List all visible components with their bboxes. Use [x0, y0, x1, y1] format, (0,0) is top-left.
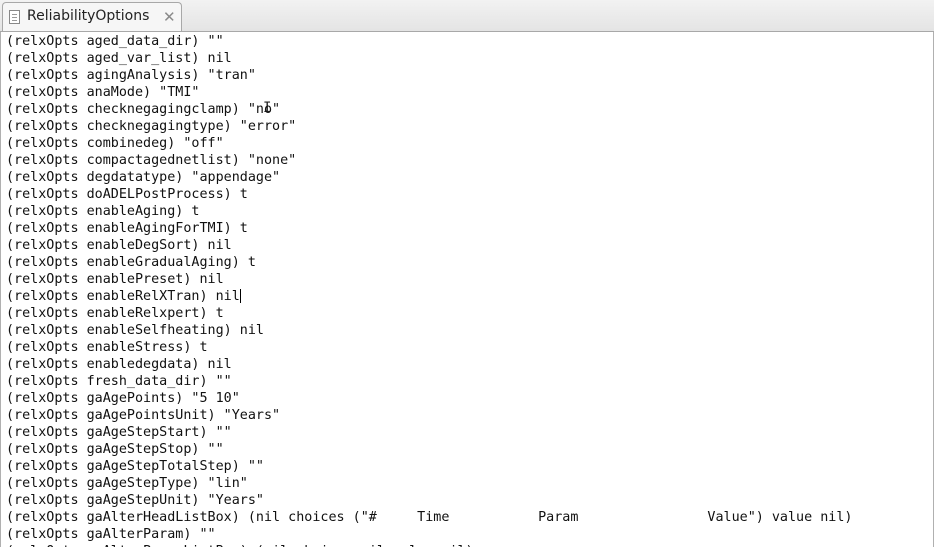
- editor-line[interactable]: (relxOpts enableDegSort) nil: [6, 237, 232, 254]
- editor-line[interactable]: (relxOpts enableGradualAging) t: [6, 254, 256, 271]
- editor-line[interactable]: (relxOpts gaAgeStepStart) "": [6, 424, 232, 441]
- editor-line[interactable]: (relxOpts checknegagingtype) "error": [6, 118, 296, 135]
- editor-line[interactable]: (relxOpts enabledegdata) nil: [6, 356, 232, 373]
- editor-line[interactable]: (relxOpts enableStress) t: [6, 339, 208, 356]
- text-editor[interactable]: I (relxOpts aged_data_dir) "" (relxOpts a…: [0, 32, 934, 547]
- editor-line[interactable]: (relxOpts anaMode) "TMI": [6, 84, 199, 101]
- editor-line[interactable]: (relxOpts enableRelxpert) t: [6, 305, 224, 322]
- editor-line[interactable]: (relxOpts gaAgeStepType) "lin": [6, 475, 248, 492]
- editor-line[interactable]: (relxOpts gaAgePointsUnit) "Years": [6, 407, 280, 424]
- editor-line[interactable]: (relxOpts combinedeg) "off": [6, 135, 224, 152]
- editor-line[interactable]: (relxOpts enableRelXTran) nil: [6, 288, 241, 305]
- editor-line[interactable]: (relxOpts gaAgePoints) "5 10": [6, 390, 240, 407]
- editor-line[interactable]: (relxOpts gaAgeStepStop) "": [6, 441, 224, 458]
- editor-line[interactable]: (relxOpts enableSelfheating) nil: [6, 322, 264, 339]
- editor-line[interactable]: (relxOpts checknegagingclamp) "no": [6, 101, 280, 118]
- editor-line[interactable]: (relxOpts aged_data_dir) "": [6, 33, 224, 50]
- editor-line[interactable]: (relxOpts doADELPostProcess) t: [6, 186, 248, 203]
- tab-reliability-options[interactable]: ReliabilityOptions ✕: [2, 2, 182, 31]
- editor-line[interactable]: (relxOpts gaAlterHeadListBox) (nil choic…: [6, 509, 853, 526]
- editor-line[interactable]: (relxOpts degdatatype) "appendage": [6, 169, 280, 186]
- editor-line[interactable]: (relxOpts fresh_data_dir) "": [6, 373, 232, 390]
- close-icon[interactable]: ✕: [163, 8, 176, 26]
- editor-line[interactable]: (relxOpts gaAgeStepTotalStep) "": [6, 458, 264, 475]
- editor-line[interactable]: (relxOpts enableAging) t: [6, 203, 199, 220]
- editor-line[interactable]: (relxOpts gaAgeStepUnit) "Years": [6, 492, 264, 509]
- editor-line[interactable]: (relxOpts aged_var_list) nil: [6, 50, 232, 67]
- editor-line[interactable]: (relxOpts compactagednetlist) "none": [6, 152, 296, 169]
- text-caret: [239, 289, 241, 303]
- editor-line[interactable]: (relxOpts enablePreset) nil: [6, 271, 224, 288]
- editor-line[interactable]: (relxOpts gaAlterParamListBox) (nil choi…: [6, 543, 474, 547]
- editor-line[interactable]: (relxOpts enableAgingForTMI) t: [6, 220, 248, 237]
- tab-label: ReliabilityOptions: [27, 8, 150, 24]
- tab-bar: ReliabilityOptions ✕: [0, 0, 934, 32]
- editor-line[interactable]: (relxOpts agingAnalysis) "tran": [6, 67, 256, 84]
- document-icon: [9, 10, 20, 24]
- editor-line[interactable]: (relxOpts gaAlterParam) "": [6, 526, 216, 543]
